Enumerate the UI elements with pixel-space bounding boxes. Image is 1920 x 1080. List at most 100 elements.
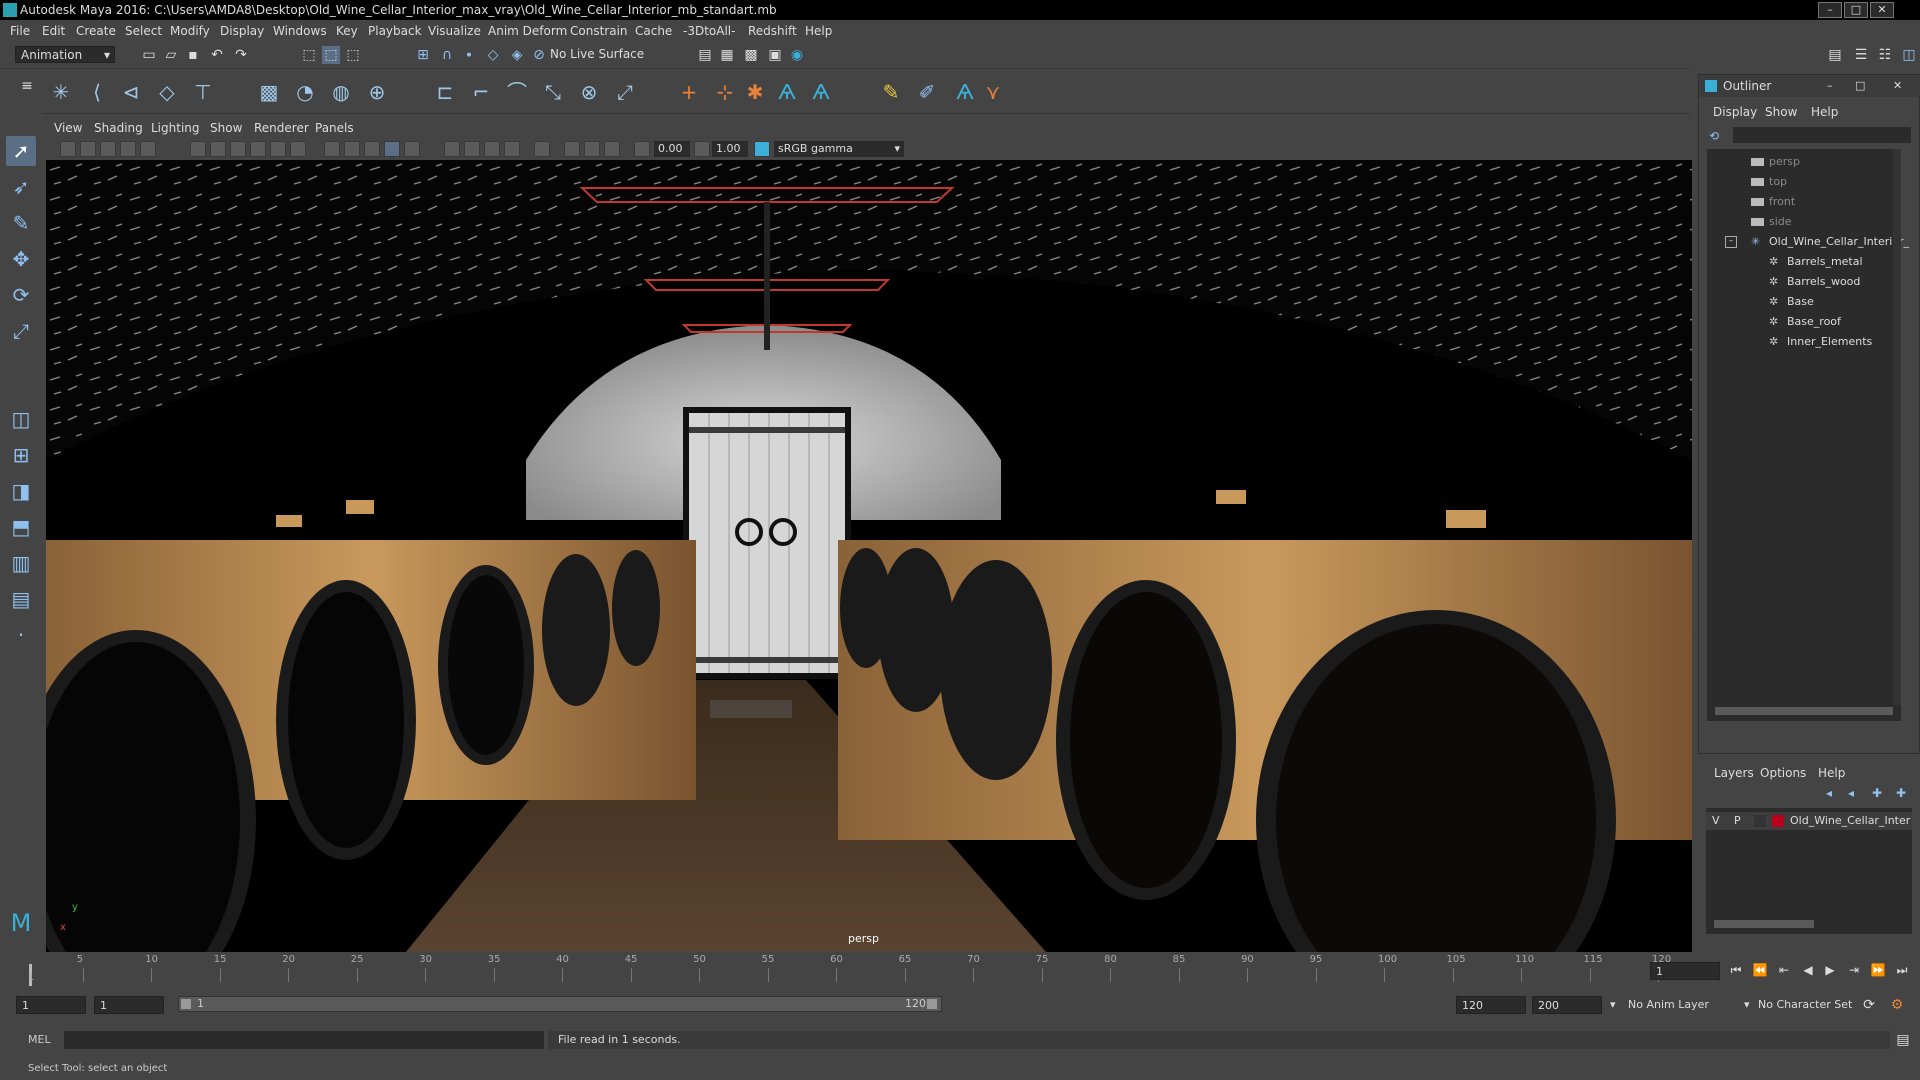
ep-curve-icon[interactable]: ⊲ — [118, 79, 144, 105]
bezier-curve-icon[interactable]: ◇ — [154, 79, 180, 105]
use-all-lights-icon[interactable] — [404, 141, 420, 157]
animation-end-field[interactable]: 200 — [1532, 996, 1602, 1014]
panel-menu-shading[interactable]: Shading — [94, 121, 143, 135]
step-back-key-icon[interactable]: ⏪ — [1752, 962, 1768, 978]
menu-set-dropdown[interactable]: Animation ▾ — [15, 46, 115, 63]
move-layer-up-icon[interactable]: ◂ — [1826, 786, 1832, 800]
go-to-end-icon[interactable]: ⏭ — [1894, 962, 1910, 978]
command-input[interactable] — [64, 1031, 544, 1049]
undo-icon[interactable]: ↶ — [208, 46, 226, 64]
paint-select-tool-icon[interactable]: ✎ — [6, 208, 36, 238]
persp-graph-layout-icon[interactable]: ⬒ — [6, 512, 36, 542]
layers-toggle-icon[interactable]: ◫ — [1900, 46, 1918, 64]
outliner-horizontal-scrollbar[interactable] — [1715, 707, 1893, 715]
perspective-viewport[interactable]: x y persp — [46, 160, 1692, 952]
redo-icon[interactable]: ↷ — [232, 46, 250, 64]
persp-outliner-layout-icon[interactable]: ◨ — [6, 476, 36, 506]
nurbs-curve-icon[interactable]: ✳ — [48, 79, 74, 105]
save-scene-icon[interactable]: ▪ — [184, 46, 202, 64]
wireframe-icon[interactable] — [324, 141, 340, 157]
attribute-editor-icon[interactable]: ☷ — [1876, 46, 1894, 64]
menu-edit[interactable]: Edit — [42, 24, 65, 38]
menu-playback[interactable]: Playback — [368, 24, 422, 38]
rebuild-curve-icon[interactable]: ⤡ — [540, 79, 566, 105]
menu-anim-deform[interactable]: Anim Deform — [488, 24, 567, 38]
minimize-button[interactable]: – — [1818, 2, 1842, 18]
step-forward-frame-icon[interactable]: ⇥ — [1846, 962, 1862, 978]
screen-space-ao-icon[interactable] — [464, 141, 480, 157]
ik-spline-icon[interactable]: ⋎ — [980, 79, 1006, 105]
outliner-item-inner-elements[interactable]: ✲ Inner_Elements — [1707, 333, 1901, 351]
film-gate-icon[interactable] — [210, 141, 226, 157]
image-plane-icon[interactable] — [120, 141, 136, 157]
shelf-menu-icon[interactable]: ≡ — [18, 77, 36, 95]
outliner-maximize-icon[interactable]: □ — [1855, 75, 1865, 97]
filter-refresh-icon[interactable]: ⟲ — [1709, 129, 1719, 143]
outliner-close-icon[interactable]: ✕ — [1893, 75, 1902, 97]
playback-start-field[interactable]: 1 — [94, 996, 164, 1014]
layer-color-swatch[interactable] — [1772, 815, 1784, 827]
range-bar[interactable]: 1 120 — [178, 996, 942, 1012]
textured-icon[interactable] — [384, 141, 400, 157]
curve-edit-icon[interactable]: ⊏ — [432, 79, 458, 105]
four-view-layout-icon[interactable]: ⊞ — [6, 440, 36, 470]
step-forward-key-icon[interactable]: ⏩ — [1870, 962, 1886, 978]
layer-horizontal-scrollbar[interactable] — [1714, 920, 1814, 928]
menu-help[interactable]: Help — [805, 24, 832, 38]
outliner-item-barrels-metal[interactable]: ✲ Barrels_metal — [1707, 253, 1901, 271]
range-start-handle[interactable] — [181, 999, 191, 1009]
outliner-vertical-scrollbar[interactable] — [1893, 149, 1901, 705]
script-editor-icon[interactable]: ▤ — [1894, 1031, 1912, 1049]
lasso-tool-icon[interactable]: ➶ — [6, 172, 36, 202]
outliner-item-side[interactable]: side — [1707, 213, 1901, 231]
layers-menu-layers[interactable]: Layers — [1714, 766, 1754, 780]
snap-live-icon[interactable]: ⊘ — [530, 46, 548, 64]
layer-visibility-toggle[interactable]: V — [1712, 812, 1720, 830]
lattice-deformer-icon[interactable]: Ѧ — [808, 79, 834, 105]
select-object-icon[interactable]: ⬚ — [322, 46, 340, 64]
hypershade-icon[interactable]: ◉ — [788, 46, 806, 64]
close-button[interactable]: ✕ — [1870, 2, 1894, 18]
workspace-icon[interactable]: ▤ — [1826, 46, 1844, 64]
play-backwards-icon[interactable]: ◀ — [1800, 962, 1816, 978]
snap-surface-icon[interactable]: ◈ — [508, 46, 526, 64]
select-camera-icon[interactable] — [60, 141, 76, 157]
view-transform-dropdown[interactable]: sRGB gamma ▾ — [774, 141, 904, 157]
outliner-menu-display[interactable]: Display — [1713, 105, 1757, 119]
select-hierarchy-icon[interactable]: ⬚ — [300, 46, 318, 64]
xray-joints-icon[interactable] — [584, 141, 600, 157]
menu-modify[interactable]: Modify — [170, 24, 210, 38]
ik-handle-icon[interactable]: Ѧ — [952, 79, 978, 105]
outliner-item-base[interactable]: ✲ Base — [1707, 293, 1901, 311]
hypershade-layout-icon[interactable]: ▥ — [6, 548, 36, 578]
gamma-icon[interactable] — [694, 141, 710, 157]
menu-display[interactable]: Display — [220, 24, 264, 38]
pivot-tool-icon[interactable]: ⊹ — [712, 79, 738, 105]
joint-tool-icon[interactable]: ✱ — [742, 79, 768, 105]
isolate-select-icon[interactable] — [534, 141, 550, 157]
panel-menu-lighting[interactable]: Lighting — [151, 121, 200, 135]
snap-view-icon[interactable]: ◇ — [484, 46, 502, 64]
menu-select[interactable]: Select — [125, 24, 162, 38]
outliner-item-root-group[interactable]: – ✳ Old_Wine_Cellar_Interior_ — [1707, 233, 1909, 251]
two-d-pan-zoom-icon[interactable] — [140, 141, 156, 157]
menu-file[interactable]: File — [10, 24, 30, 38]
menu-3dtoall[interactable]: -3DtoAll- — [683, 24, 735, 38]
animation-start-field[interactable]: 1 — [16, 996, 86, 1014]
new-layer-icon[interactable]: ✚ — [1872, 786, 1882, 800]
select-tool-icon[interactable]: ➚ — [6, 136, 36, 166]
menu-redshift[interactable]: Redshift — [748, 24, 797, 38]
xray-icon[interactable] — [564, 141, 580, 157]
menu-key[interactable]: Key — [336, 24, 358, 38]
pencil-curve-icon[interactable]: ⊤ — [190, 79, 216, 105]
ipr-render-icon[interactable]: ▩ — [742, 46, 760, 64]
snap-curve-icon[interactable]: ∩ — [438, 46, 456, 64]
single-perspective-layout-icon[interactable]: ◫ — [6, 404, 36, 434]
sculpt-tool-icon[interactable]: ✐ — [914, 79, 940, 105]
fillet-curve-icon[interactable]: ⤢ — [612, 79, 638, 105]
outliner-item-base-roof[interactable]: ✲ Base_roof — [1707, 313, 1901, 331]
revolve-icon[interactable]: ◔ — [292, 79, 318, 105]
outliner-minimize-icon[interactable]: – — [1827, 75, 1833, 97]
rotate-tool-icon[interactable]: ⟳ — [6, 280, 36, 310]
layers-menu-options[interactable]: Options — [1760, 766, 1806, 780]
